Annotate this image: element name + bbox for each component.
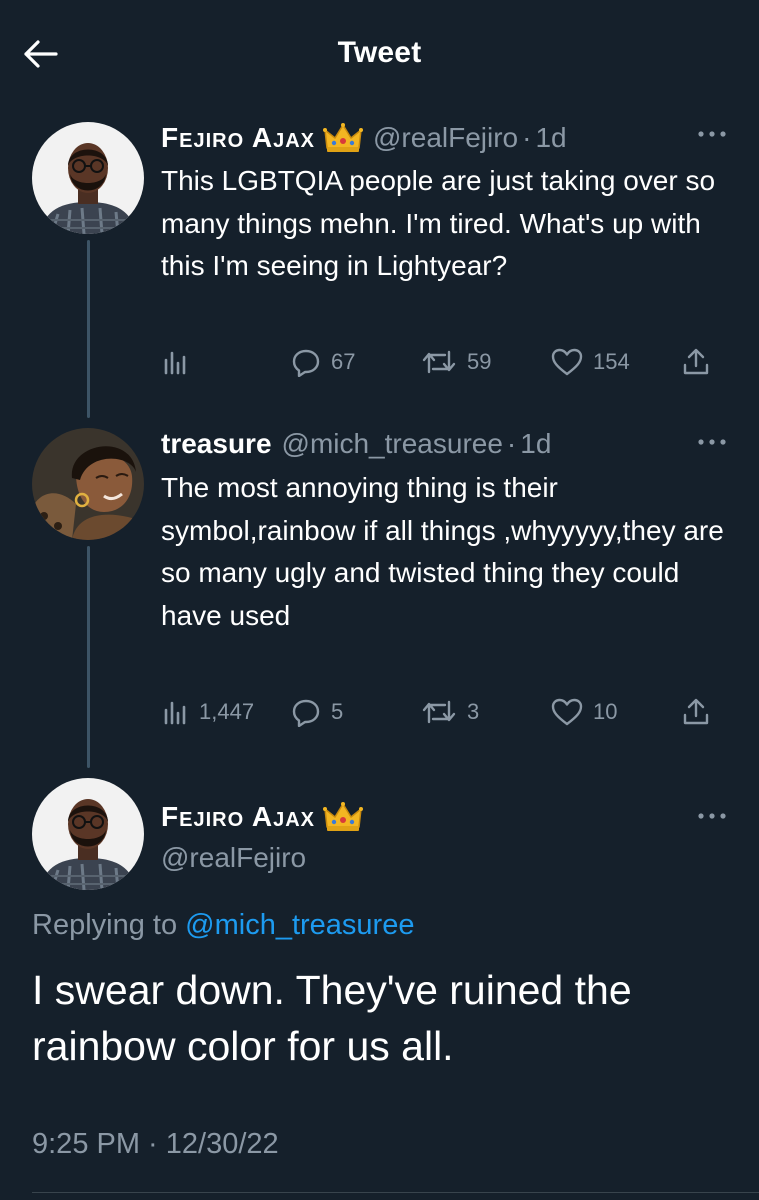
tweet-time[interactable]: 1d (520, 427, 551, 461)
retweet-button[interactable]: 3 (421, 692, 479, 732)
author-name[interactable]: Fejiro Ajax (161, 121, 315, 155)
more-options-button[interactable] (690, 122, 734, 146)
profile-photo-woman (32, 428, 144, 540)
like-button[interactable]: 154 (551, 342, 630, 382)
more-options-button[interactable] (690, 430, 734, 454)
retweet-count: 3 (467, 699, 480, 724)
profile-photo-man (32, 778, 144, 890)
reply-count: 67 (331, 349, 356, 374)
reply-button[interactable]: 67 (291, 342, 355, 382)
replying-to-line: Replying to @mich_treasuree (32, 907, 414, 943)
retweet-count: 59 (467, 349, 492, 374)
tweet-text: The most annoying thing is their symbol,… (161, 472, 724, 631)
tweet-actions: 1,447 5 3 10 (161, 692, 721, 732)
analytics-icon (164, 701, 186, 725)
page-title: Tweet (337, 36, 422, 69)
more-horizontal-icon (698, 439, 726, 445)
reply-icon (292, 349, 320, 377)
author-handle[interactable]: @realFejiro (161, 841, 306, 875)
thread-connector-line (87, 240, 90, 418)
crown-icon (323, 801, 363, 833)
share-button[interactable] (681, 342, 711, 382)
separator-dot: · (506, 428, 517, 459)
like-count: 154 (593, 349, 630, 374)
views-button[interactable]: 1,447 (161, 692, 254, 732)
reply-button[interactable]: 5 (291, 692, 343, 732)
like-count: 10 (593, 699, 618, 724)
author-name[interactable]: Fejiro Ajax (161, 800, 315, 834)
retweet-button[interactable]: 59 (421, 342, 491, 382)
more-options-button[interactable] (690, 804, 734, 828)
author-handle[interactable]: @realFejiro (373, 121, 518, 155)
heart-icon (551, 698, 583, 726)
tweet-header: Fejiro Ajax @realFejiro · 1d (161, 121, 567, 155)
tweet-header: Fejiro Ajax (161, 800, 371, 834)
thread-connector-line (87, 546, 90, 768)
avatar-fejiro[interactable] (32, 122, 144, 234)
main-tweet-text: I swear down. They've ruined the rainbow… (32, 967, 632, 1069)
avatar-treasure[interactable] (32, 428, 144, 540)
top-bar: Tweet (0, 0, 759, 108)
avatar-fejiro[interactable] (32, 778, 144, 890)
crown-icon (323, 122, 363, 154)
separator-dot: · (522, 122, 532, 153)
reply-icon (292, 699, 320, 727)
author-name[interactable]: treasure (161, 427, 272, 461)
heart-icon (551, 348, 583, 376)
share-icon (683, 348, 709, 375)
more-horizontal-icon (698, 131, 726, 137)
profile-photo-man (32, 122, 144, 234)
like-button[interactable]: 10 (551, 692, 617, 732)
tweet-time[interactable]: 1d (535, 121, 566, 155)
retweet-icon (422, 350, 456, 374)
tweet-timestamp[interactable]: 9:25 PM · 12/30/22 (32, 1126, 279, 1162)
share-button[interactable] (681, 692, 711, 732)
retweet-icon (422, 700, 456, 724)
share-icon (683, 698, 709, 725)
tweet-actions: 67 59 154 (161, 342, 721, 382)
divider (32, 1192, 759, 1193)
replying-to-mention[interactable]: @mich_treasuree (185, 909, 414, 941)
views-button[interactable] (161, 342, 199, 382)
more-horizontal-icon (698, 813, 726, 819)
analytics-icon (164, 351, 186, 375)
replying-to-label: Replying to (32, 909, 178, 941)
views-count: 1,447 (199, 699, 255, 724)
reply-count: 5 (331, 699, 344, 724)
tweet-header: treasure @mich_treasuree · 1d (161, 427, 551, 461)
author-handle[interactable]: @mich_treasuree (282, 427, 503, 461)
tweet-text: This LGBTQIA people are just taking over… (161, 165, 716, 281)
